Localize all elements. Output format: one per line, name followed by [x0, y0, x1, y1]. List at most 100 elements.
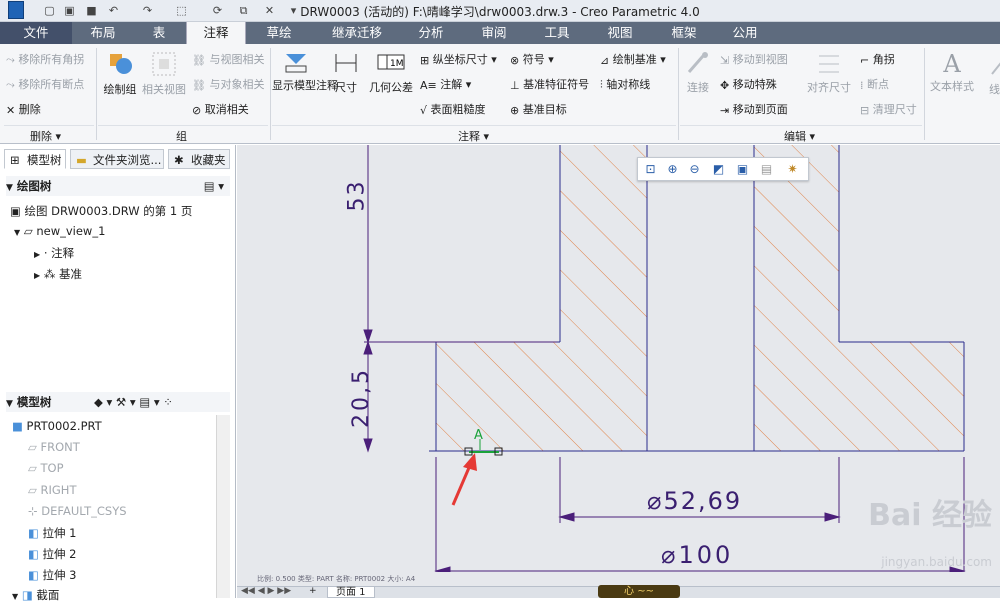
- drawing-tree-header[interactable]: ▼ 绘图树 ▤ ▾: [6, 176, 230, 196]
- datum-label-a[interactable]: A: [474, 428, 483, 443]
- tab-tools[interactable]: 工具: [528, 22, 586, 44]
- red-pointer-arrow: [451, 453, 477, 506]
- expand-icon: ▶: [34, 250, 41, 259]
- related-view-button[interactable]: 相关视图: [140, 50, 188, 97]
- dim-20-5[interactable]: 20,5: [349, 367, 374, 428]
- tab-file[interactable]: 文件: [0, 22, 72, 44]
- move-view-icon: ⇲: [720, 53, 730, 67]
- move-to-page-button[interactable]: ⇥ 移动到页面: [720, 101, 788, 117]
- draw-datum-button[interactable]: ⊿ 绘制基准 ▾: [600, 51, 666, 67]
- zoom-out-icon[interactable]: ⊖: [686, 161, 703, 178]
- line-style-button[interactable]: 线型: [980, 50, 1000, 97]
- align-dimensions-button[interactable]: 对齐尺寸: [804, 50, 854, 95]
- model-tree-toolbar[interactable]: ◆ ▾ ⚒ ▾ ▤ ▾ ⁘: [94, 392, 173, 412]
- symbol-icon: ⊗: [510, 53, 520, 67]
- tab-model-tree-panel[interactable]: ⊞ 模型树: [4, 149, 66, 169]
- zoom-in-icon[interactable]: ⊕: [664, 161, 681, 178]
- layer-icon[interactable]: ▤: [758, 161, 775, 178]
- tree-item-view[interactable]: ▼ ▱ new_view_1: [14, 224, 105, 238]
- tree-settings-icon[interactable]: ▤ ▾: [204, 176, 224, 196]
- dim-dia-100[interactable]: ⌀100: [661, 541, 733, 569]
- tree-item-extrude-2[interactable]: ◧ 拉伸 2: [28, 546, 77, 562]
- tree-item-annotations[interactable]: ▶ · 注释: [34, 245, 74, 261]
- page-nav-icons[interactable]: ◀◀ ◀ ▶ ▶▶: [241, 586, 291, 596]
- left-panel: ⊞ 模型树 ▬ 文件夹浏览... ✱ 收藏夹 ▼ 绘图树 ▤ ▾ ▣ 绘图 DRW…: [0, 145, 236, 602]
- tree-item-extrude-3[interactable]: ◧ 拉伸 3: [28, 567, 77, 583]
- repaint-icon[interactable]: ◩: [710, 161, 727, 178]
- show-model-annotations-button[interactable]: 显示模型注释: [272, 50, 338, 92]
- model-tree-scrollbar[interactable]: [216, 415, 230, 598]
- tree-item-section[interactable]: ▼ ◨ 截面: [12, 587, 59, 603]
- tab-favorites[interactable]: ✱ 收藏夹: [168, 149, 230, 169]
- drawing-sheet-icon: ▣: [10, 204, 21, 218]
- axis-symmetry-line-button[interactable]: ⫶ 轴对称线: [600, 76, 650, 92]
- dim-dia-52-69[interactable]: ⌀52,69: [647, 487, 742, 515]
- model-tree-header[interactable]: ▼ 模型树 ◆ ▾ ⚒ ▾ ▤ ▾ ⁘: [6, 392, 230, 412]
- title-bar: ▢ ▣ ■ ↶ ↷ ⬚ ⟳ ⧉ ✕ ▾ DRW0003 (活动的) F:\晴峰学…: [0, 0, 1000, 22]
- surface-finish-button[interactable]: √ 表面粗糙度: [420, 101, 486, 117]
- ribbon: ⤳ 移除所有角拐 ⤳ 移除所有断点 ✕ 删除 删除 ▾ 绘制组 相关视图 ⛓ 与…: [0, 44, 1000, 144]
- unrelate-button[interactable]: ⊘ 取消相关: [192, 101, 249, 117]
- section-hatching: [436, 145, 964, 451]
- note-button[interactable]: A≡ 注解 ▾: [420, 76, 471, 92]
- symbol-button[interactable]: ⊗ 符号 ▾: [510, 51, 554, 67]
- drawing-canvas[interactable]: 53 20,5 ⌀52,69 ⌀100 A ⊡ ⊕ ⊖ ◩ ▣ ▤ ✷ Bai …: [237, 145, 1000, 572]
- relate-to-view-button[interactable]: ⛓ 与视图相关: [192, 51, 264, 67]
- tab-review[interactable]: 审阅: [464, 22, 524, 44]
- tree-item-datums[interactable]: ▶ ⁂ 基准: [34, 266, 82, 282]
- geometric-tolerance-button[interactable]: 1M 几何公差: [366, 50, 416, 95]
- cleanup-icon: ⊟: [860, 103, 870, 117]
- datum-target-button[interactable]: ⊕ 基准目标: [510, 101, 567, 117]
- remove-all-breaks-button[interactable]: ⤳ 移除所有断点: [6, 76, 84, 92]
- tab-table[interactable]: 表: [134, 22, 184, 44]
- group-label-delete[interactable]: 删除 ▾: [30, 128, 61, 144]
- connect-button[interactable]: 连接: [680, 50, 716, 95]
- extrude-icon: ◧: [28, 547, 39, 561]
- jog-button[interactable]: ⌐ 角拐: [860, 51, 895, 67]
- tab-legacy-migration[interactable]: 继承迁移: [312, 22, 402, 44]
- tab-annotate[interactable]: 注释: [186, 22, 246, 44]
- remove-all-jogs-button[interactable]: ⤳ 移除所有角拐: [6, 51, 84, 67]
- datum-display-icon[interactable]: ✷: [784, 161, 801, 178]
- group-label-edit[interactable]: 编辑 ▾: [784, 128, 815, 144]
- display-style-icon[interactable]: ▣: [734, 161, 751, 178]
- group-label-group[interactable]: 组: [176, 128, 187, 144]
- watermark-logo: Bai 经验: [868, 498, 992, 533]
- tab-folder-browser[interactable]: ▬ 文件夹浏览...: [70, 149, 164, 169]
- dim-53[interactable]: 53: [345, 180, 370, 212]
- break-button[interactable]: ⁞ 断点: [860, 76, 889, 92]
- tab-layout[interactable]: 布局: [76, 22, 130, 44]
- tab-view[interactable]: 视图: [590, 22, 650, 44]
- dimension-button[interactable]: 尺寸: [326, 50, 366, 95]
- tree-item-drawing-sheet[interactable]: ▣ 绘图 DRW0003.DRW 的第 1 页: [10, 203, 192, 219]
- tree-item-top[interactable]: ▱ TOP: [28, 461, 64, 475]
- text-style-button[interactable]: A 文本样式: [928, 50, 976, 94]
- delete-button[interactable]: ✕ 删除: [6, 101, 41, 117]
- view-icon: ▱: [23, 224, 33, 238]
- tab-frame[interactable]: 框架: [654, 22, 714, 44]
- tree-item-part[interactable]: ■ PRT0002.PRT: [12, 419, 102, 433]
- align-dims-icon: [819, 55, 839, 73]
- cleanup-dimensions-button[interactable]: ⊟ 清理尺寸: [860, 101, 917, 117]
- add-page-icon[interactable]: +: [309, 586, 317, 596]
- page-tab-1[interactable]: 页面 1: [327, 586, 375, 598]
- tree-item-front[interactable]: ▱ FRONT: [28, 440, 80, 454]
- tab-sketch[interactable]: 草绘: [250, 22, 308, 44]
- relate-to-object-button[interactable]: ⛓ 与对象相关: [192, 76, 264, 92]
- symmetry-icon: ⫶: [600, 78, 603, 91]
- surface-finish-icon: √: [420, 103, 428, 117]
- refit-icon[interactable]: ⊡: [642, 161, 659, 178]
- tab-analysis[interactable]: 分析: [404, 22, 458, 44]
- tab-common[interactable]: 公用: [716, 22, 774, 44]
- watermark-url: jingyan.baidu.com: [881, 555, 992, 569]
- tree-item-right[interactable]: ▱ RIGHT: [28, 483, 76, 497]
- tree-item-default-csys[interactable]: ⊹ DEFAULT_CSYS: [28, 504, 127, 518]
- part-icon: ■: [12, 419, 23, 433]
- ordinate-dimension-button[interactable]: ⊞ 纵坐标尺寸 ▾: [420, 51, 497, 67]
- draw-group-button[interactable]: 绘制组: [100, 50, 140, 97]
- datum-feature-symbol-button[interactable]: ⊥ 基准特征符号: [510, 76, 589, 92]
- move-special-button[interactable]: ✥ 移动特殊: [720, 76, 777, 92]
- move-to-view-button[interactable]: ⇲ 移动到视图: [720, 51, 788, 67]
- group-label-annotate[interactable]: 注释 ▾: [458, 128, 489, 144]
- tree-item-extrude-1[interactable]: ◧ 拉伸 1: [28, 525, 77, 541]
